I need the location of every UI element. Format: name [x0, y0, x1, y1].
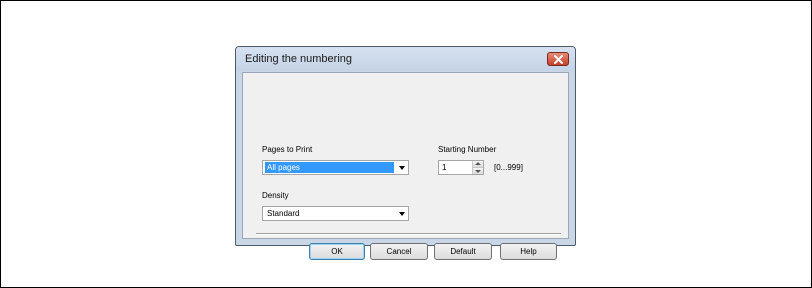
pages-to-print-select[interactable]: All pages: [262, 160, 409, 175]
default-button[interactable]: Default: [434, 243, 492, 260]
chevron-down-icon[interactable]: [399, 166, 405, 170]
dialog-titlebar[interactable]: Editing the numbering: [236, 47, 575, 71]
density-value: Standard: [267, 209, 300, 218]
pages-to-print-label: Pages to Print: [262, 145, 313, 154]
editing-numbering-dialog: Editing the numbering Pages to Print All…: [235, 46, 576, 260]
stepper-buttons: [472, 161, 483, 174]
density-label: Density: [262, 191, 289, 200]
dialog-title: Editing the numbering: [245, 53, 353, 65]
starting-number-label: Starting Number: [438, 145, 497, 154]
chevron-down-icon[interactable]: [399, 212, 405, 216]
starting-number-stepper[interactable]: 1: [438, 160, 484, 175]
pages-to-print-value: All pages: [264, 161, 395, 174]
dialog-separator: [256, 233, 561, 235]
density-select[interactable]: Standard: [262, 206, 409, 221]
starting-number-value[interactable]: 1: [442, 162, 446, 173]
close-button[interactable]: [547, 52, 569, 66]
help-button[interactable]: Help: [500, 243, 557, 260]
starting-number-range: [0...999]: [494, 163, 523, 172]
ok-button[interactable]: OK: [309, 243, 365, 260]
decrement-arrow-icon[interactable]: [473, 168, 483, 174]
cancel-button[interactable]: Cancel: [370, 243, 428, 260]
dialog-client-area: Pages to Print All pages Starting Number…: [242, 72, 569, 260]
close-icon: [554, 55, 563, 64]
increment-arrow-icon[interactable]: [473, 161, 483, 168]
